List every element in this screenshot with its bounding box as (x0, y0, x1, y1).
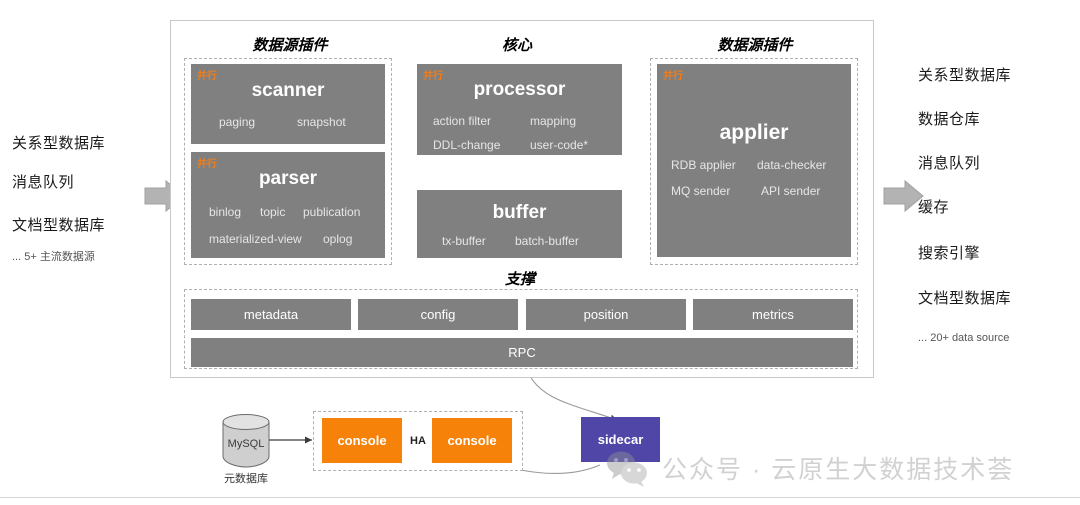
support-tile-metadata-label: metadata (243, 307, 299, 322)
ha-label: HA (410, 435, 426, 447)
section-title-source-plugin-left: 数据源插件 (252, 37, 328, 54)
module-scanner-feature-1: snapshot (297, 115, 346, 129)
sidecar-node-label: sidecar (597, 432, 644, 447)
parallel-badge-applier: 并行 (663, 71, 683, 82)
left-source-note: ... 5+ 主流数据源 (12, 251, 95, 263)
support-tile-position[interactable]: position (526, 299, 686, 330)
support-tile-metadata[interactable]: metadata (191, 299, 351, 330)
module-applier-feature-0: RDB applier (671, 158, 736, 172)
watermark: 公众号 · 云原生大数据技术荟 (604, 448, 1014, 488)
module-applier-feature-1: data-checker (757, 158, 827, 172)
module-parser-feature-4: oplog (323, 232, 353, 246)
console-node-right-label: console (447, 433, 497, 448)
module-parser-feature-3: materialized-view (209, 232, 302, 246)
left-source-item-1: 消息队列 (12, 174, 75, 191)
architecture-diagram: 关系型数据库 消息队列 文档型数据库 ... 5+ 主流数据源 关系型数据库 数… (0, 0, 1080, 505)
support-tile-metrics-label: metrics (752, 307, 794, 322)
section-title-support: 支撑 (504, 271, 535, 288)
support-tile-metrics[interactable]: metrics (693, 299, 853, 330)
console-node-left[interactable]: console (322, 418, 402, 463)
console-node-left-label: console (337, 433, 387, 448)
support-tile-position-label: position (583, 307, 629, 322)
module-processor-title: processor (473, 79, 566, 100)
section-title-source-plugin-right: 数据源插件 (717, 37, 793, 54)
module-parser[interactable]: 并行 parser binlog topic publication mater… (191, 152, 385, 258)
support-tile-config[interactable]: config (358, 299, 518, 330)
module-buffer-feature-1: batch-buffer (515, 234, 579, 248)
module-applier[interactable]: 并行 applier RDB applier data-checker MQ s… (657, 64, 851, 257)
module-parser-title: parser (258, 168, 318, 189)
module-processor-feature-1: mapping (530, 114, 577, 128)
metadata-db-label: 元数据库 (224, 473, 268, 485)
left-source-item-0: 关系型数据库 (12, 135, 106, 152)
module-buffer[interactable]: buffer tx-buffer batch-buffer (417, 190, 622, 258)
support-tile-rpc-label: RPC (508, 345, 536, 360)
module-processor-feature-2: DDL-change (433, 138, 501, 152)
left-source-item-2: 文档型数据库 (12, 217, 106, 234)
support-tile-rpc[interactable]: RPC (191, 338, 853, 367)
right-target-item-4: 搜索引擎 (918, 245, 981, 262)
right-target-note: ... 20+ data source (918, 332, 1010, 344)
module-processor-feature-0: action filter (433, 114, 492, 128)
module-parser-feature-0: binlog (209, 205, 242, 219)
mysql-cylinder-label: MySQL (227, 438, 265, 450)
module-scanner[interactable]: 并行 scanner paging snapshot (191, 64, 385, 144)
module-parser-feature-2: publication (303, 205, 361, 219)
right-target-item-1: 数据仓库 (918, 111, 981, 128)
section-title-core: 核心 (501, 37, 532, 54)
bottom-divider (0, 497, 1080, 498)
module-buffer-title: buffer (492, 202, 547, 223)
console-node-right[interactable]: console (432, 418, 512, 463)
module-applier-feature-3: API sender (761, 184, 821, 198)
right-target-item-5: 文档型数据库 (918, 290, 1012, 307)
module-scanner-feature-0: paging (219, 115, 256, 129)
right-target-item-0: 关系型数据库 (918, 67, 1012, 84)
module-applier-feature-2: MQ sender (671, 184, 731, 198)
module-parser-feature-1: topic (260, 205, 286, 219)
module-scanner-title: scanner (251, 80, 325, 101)
module-processor[interactable]: 并行 processor action filter mapping DDL-c… (417, 64, 622, 155)
watermark-text: 公众号 · 云原生大数据技术荟 (662, 456, 1015, 484)
right-target-item-3: 缓存 (918, 199, 950, 216)
right-target-item-2: 消息队列 (918, 155, 981, 172)
support-tile-config-label: config (420, 307, 456, 322)
module-buffer-feature-0: tx-buffer (442, 234, 486, 248)
wechat-icon (607, 451, 647, 487)
module-applier-title: applier (719, 121, 789, 144)
module-processor-feature-3: user-code* (530, 138, 589, 152)
